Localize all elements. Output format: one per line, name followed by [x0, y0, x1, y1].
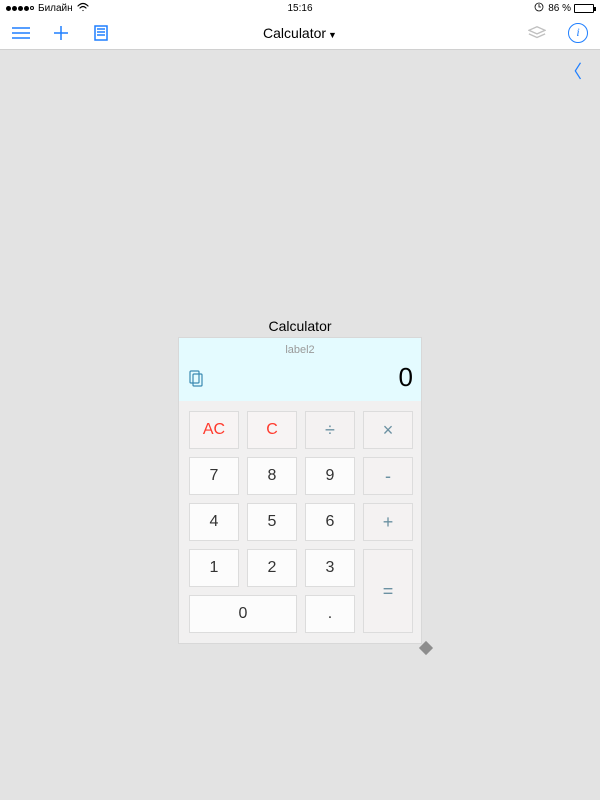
wifi-icon: [77, 2, 89, 15]
key-2[interactable]: 2: [247, 549, 297, 587]
calculator-display: label2 0: [179, 338, 421, 401]
key-3[interactable]: 3: [305, 549, 355, 587]
key-equals[interactable]: =: [363, 549, 413, 633]
battery-icon: [574, 4, 594, 13]
display-label2: label2: [187, 342, 413, 362]
nav-bar: Calculator▼ i: [0, 16, 600, 50]
menu-icon[interactable]: [12, 24, 30, 42]
design-canvas[interactable]: Calculator label2 0 AC C ÷ × 7 8 9 - 4 5…: [0, 50, 600, 800]
info-icon[interactable]: i: [568, 23, 588, 43]
key-ac[interactable]: AC: [189, 411, 239, 449]
keypad: AC C ÷ × 7 8 9 - 4 5 6 + 1 2 3 = 0 .: [179, 401, 421, 643]
key-9[interactable]: 9: [305, 457, 355, 495]
page-title[interactable]: Calculator▼: [263, 25, 337, 41]
key-8[interactable]: 8: [247, 457, 297, 495]
key-6[interactable]: 6: [305, 503, 355, 541]
page-title-text: Calculator: [263, 25, 326, 41]
status-right: 86 %: [534, 2, 594, 15]
caret-down-icon: ▼: [328, 30, 337, 40]
key-1[interactable]: 1: [189, 549, 239, 587]
rotation-lock-icon: [534, 2, 544, 15]
key-5[interactable]: 5: [247, 503, 297, 541]
calculator-widget[interactable]: label2 0 AC C ÷ × 7 8 9 - 4 5 6 + 1 2 3: [178, 337, 422, 644]
battery-pct: 86 %: [548, 3, 571, 14]
key-divide[interactable]: ÷: [305, 411, 355, 449]
signal-icon: [6, 6, 34, 11]
clock: 15:16: [287, 3, 312, 14]
key-dot[interactable]: .: [305, 595, 355, 633]
add-icon[interactable]: [52, 24, 70, 42]
widget-title: Calculator: [268, 318, 331, 334]
key-0[interactable]: 0: [189, 595, 297, 633]
display-value: 0: [399, 362, 413, 393]
layers-icon[interactable]: [528, 24, 546, 42]
resize-handle[interactable]: [419, 641, 433, 655]
key-7[interactable]: 7: [189, 457, 239, 495]
status-left: Билайн: [6, 2, 89, 15]
carrier-label: Билайн: [38, 3, 73, 14]
battery: 86 %: [548, 3, 594, 14]
key-add[interactable]: +: [363, 503, 413, 541]
key-subtract[interactable]: -: [363, 457, 413, 495]
page-icon[interactable]: [92, 24, 110, 42]
status-bar: Билайн 15:16 86 %: [0, 0, 600, 16]
key-4[interactable]: 4: [189, 503, 239, 541]
key-multiply[interactable]: ×: [363, 411, 413, 449]
copy-icon[interactable]: [187, 369, 205, 387]
key-c[interactable]: C: [247, 411, 297, 449]
